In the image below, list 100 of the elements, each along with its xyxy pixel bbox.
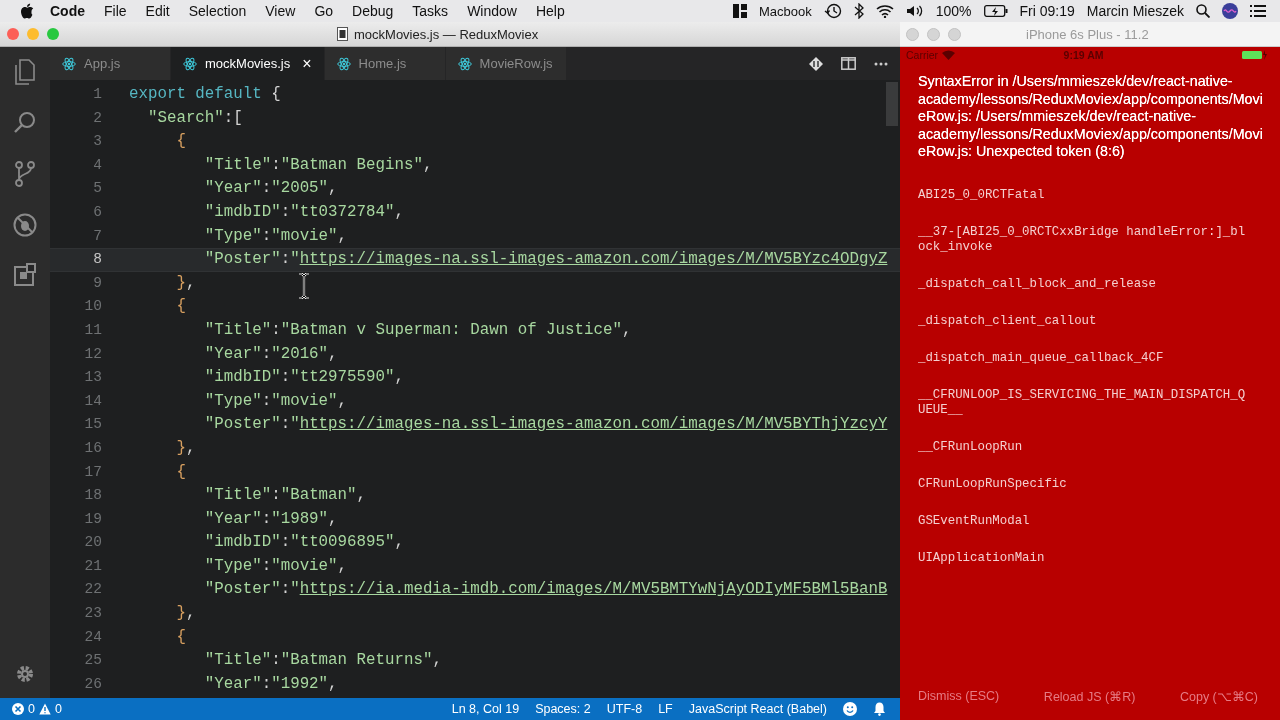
display-menu[interactable]: Macbook <box>758 3 812 19</box>
code-line: }, <box>175 272 196 294</box>
editor-tab[interactable]: App.js <box>50 47 171 80</box>
editor-tab[interactable]: mockMovies.js × <box>171 47 325 80</box>
smiley-icon[interactable] <box>843 702 857 716</box>
status-item[interactable]: Ln 8, Col 19 <box>451 702 520 716</box>
stack-frame: GSEventRunModal <box>918 513 1248 529</box>
line-number: 5 <box>92 179 102 199</box>
problems-indicator[interactable]: 0 0 <box>12 702 62 716</box>
menu-icon[interactable] <box>1250 5 1266 17</box>
line-number: 13 <box>83 368 102 388</box>
menu-item[interactable]: File <box>104 3 127 19</box>
split-editor-icon[interactable] <box>841 57 856 70</box>
stack-frame: CFRunLoopRunSpecific <box>918 476 1248 492</box>
code-line: "Poster":"https://ia.media-imdb.com/images/M/MV5BMTYwNjAyODIyMF5BMl5BanB <box>203 579 888 601</box>
status-item[interactable]: Spaces: 2 <box>535 702 591 716</box>
code-line: "Year":"2016", <box>203 343 338 365</box>
code-line: "Poster":"https://images-na.ssl-images-amazon.com/images/M/MV5BYzc4ODgyZ <box>203 249 888 271</box>
line-number: 21 <box>83 556 102 576</box>
line-number: 9 <box>92 273 102 293</box>
line-number: 7 <box>92 226 102 246</box>
wifi-icon[interactable] <box>875 4 894 18</box>
code-line: "imdbID":"tt0372784", <box>203 201 404 223</box>
battery-icon <box>1242 50 1268 60</box>
apple-icon[interactable] <box>20 3 34 19</box>
editor-tab[interactable]: Home.js <box>324 47 446 80</box>
code-line: "Title":"Batman v Superman: Dawn of Justice", <box>203 319 632 341</box>
bluetooth-icon[interactable] <box>853 3 864 19</box>
more-icon[interactable] <box>874 61 888 66</box>
line-number: 8 <box>92 250 102 270</box>
source-control-icon[interactable] <box>14 161 36 187</box>
battery-percent: 100% <box>935 3 972 19</box>
stack-frame: UIApplicationMain <box>918 550 1248 566</box>
line-number: 24 <box>83 627 102 647</box>
code-line: export default { <box>129 84 281 105</box>
line-number: 11 <box>83 320 102 340</box>
code-line: }, <box>175 603 196 625</box>
status-time: 9:19 AM <box>1063 49 1105 61</box>
stack-frame: __37-[ABI25_0_0RCTCxxBridge handleError:]_block_invoke <box>918 224 1248 255</box>
extensions-icon[interactable] <box>13 263 37 287</box>
line-number: 23 <box>83 604 102 624</box>
stack-frame: __CFRunLoopRun <box>918 439 1248 455</box>
menu-item[interactable]: Debug <box>352 3 394 19</box>
files-icon[interactable] <box>13 59 37 85</box>
line-number: 10 <box>83 297 102 317</box>
line-number: 1 <box>92 85 102 104</box>
line-number: 19 <box>83 509 102 529</box>
close-tab-button[interactable]: × <box>302 54 312 73</box>
carrier-label: Carrier <box>906 49 939 61</box>
status-item[interactable]: UTF-8 <box>606 702 643 716</box>
menu-item[interactable]: Help <box>535 3 565 19</box>
search-icon[interactable] <box>1196 4 1210 18</box>
clock-text[interactable]: Fri 09:19 <box>1019 3 1075 19</box>
clock-icon[interactable] <box>823 3 842 19</box>
menu-item[interactable]: Edit <box>145 3 170 19</box>
code-line: "Type":"movie", <box>203 555 348 577</box>
line-number: 12 <box>83 344 102 364</box>
menu-item[interactable]: Tasks <box>412 3 449 19</box>
battery-icon[interactable] <box>983 5 1008 17</box>
code-line: { <box>175 296 186 318</box>
line-number: 14 <box>83 391 102 411</box>
app-menu[interactable]: Code <box>50 3 85 19</box>
code-line: "imdbID":"tt2975590", <box>203 367 404 389</box>
line-number: 22 <box>83 580 102 600</box>
status-item[interactable]: LF <box>658 702 673 716</box>
menu-item[interactable]: Window <box>467 3 517 19</box>
volume-icon[interactable] <box>905 4 924 18</box>
line-number: 17 <box>83 462 102 482</box>
scrollbar-thumb[interactable] <box>886 82 898 126</box>
menu-item[interactable]: View <box>265 3 296 19</box>
compare-icon[interactable] <box>809 56 823 71</box>
code-line: "Year":"1992", <box>203 673 338 695</box>
line-number: 26 <box>83 674 102 694</box>
wifi-icon <box>942 50 956 60</box>
stack-frame: __CFRUNLOOP_IS_SERVICING_THE_MAIN_DISPATCH_QUEUE__ <box>918 387 1248 418</box>
line-number: 4 <box>92 155 102 175</box>
stack-frame: ABI25_0_0RCTFatal <box>918 187 1248 203</box>
react-icon <box>62 56 76 71</box>
stack-frame: _dispatch_main_queue_callback_4CF <box>918 350 1248 366</box>
code-line: "Type":"movie", <box>203 390 348 412</box>
line-number: 6 <box>92 202 102 222</box>
code-line: "Search":[ <box>146 107 243 129</box>
code-line: "Title":"Batman Begins", <box>203 154 433 176</box>
status-item[interactable]: JavaScript React (Babel) <box>688 702 827 716</box>
debug-icon[interactable] <box>13 213 37 237</box>
editor-tab[interactable]: MovieRow.js <box>445 47 567 80</box>
line-number: 20 <box>83 533 102 553</box>
window-title: mockMovies.js — ReduxMoviex <box>354 26 539 42</box>
line-number: 25 <box>83 651 102 671</box>
menu-item[interactable]: Selection <box>188 3 247 19</box>
error-message: SyntaxError in /Users/mmieszek/dev/react-native-academy/lessons/ReduxMoviex/app/components/MovieRow.js: /Users/mmieszek/dev/react-native-academy/lessons/ReduxMoviex/app/components/MovieRow.js: Unexpected token (8:6) <box>918 73 1264 161</box>
react-icon <box>183 56 197 71</box>
user-name[interactable]: Marcin Mieszek <box>1086 3 1184 19</box>
grid-icon[interactable] <box>732 4 747 18</box>
code-line: "Poster":"https://images-na.ssl-images-amazon.com/images/M/MV5BYThjYzcyY <box>203 414 888 436</box>
bell-icon[interactable] <box>873 702 886 716</box>
code-line: { <box>175 461 186 483</box>
menu-item[interactable]: Go <box>314 3 334 19</box>
siri-icon[interactable] <box>1222 3 1238 19</box>
settings-icon[interactable] <box>15 664 35 684</box>
